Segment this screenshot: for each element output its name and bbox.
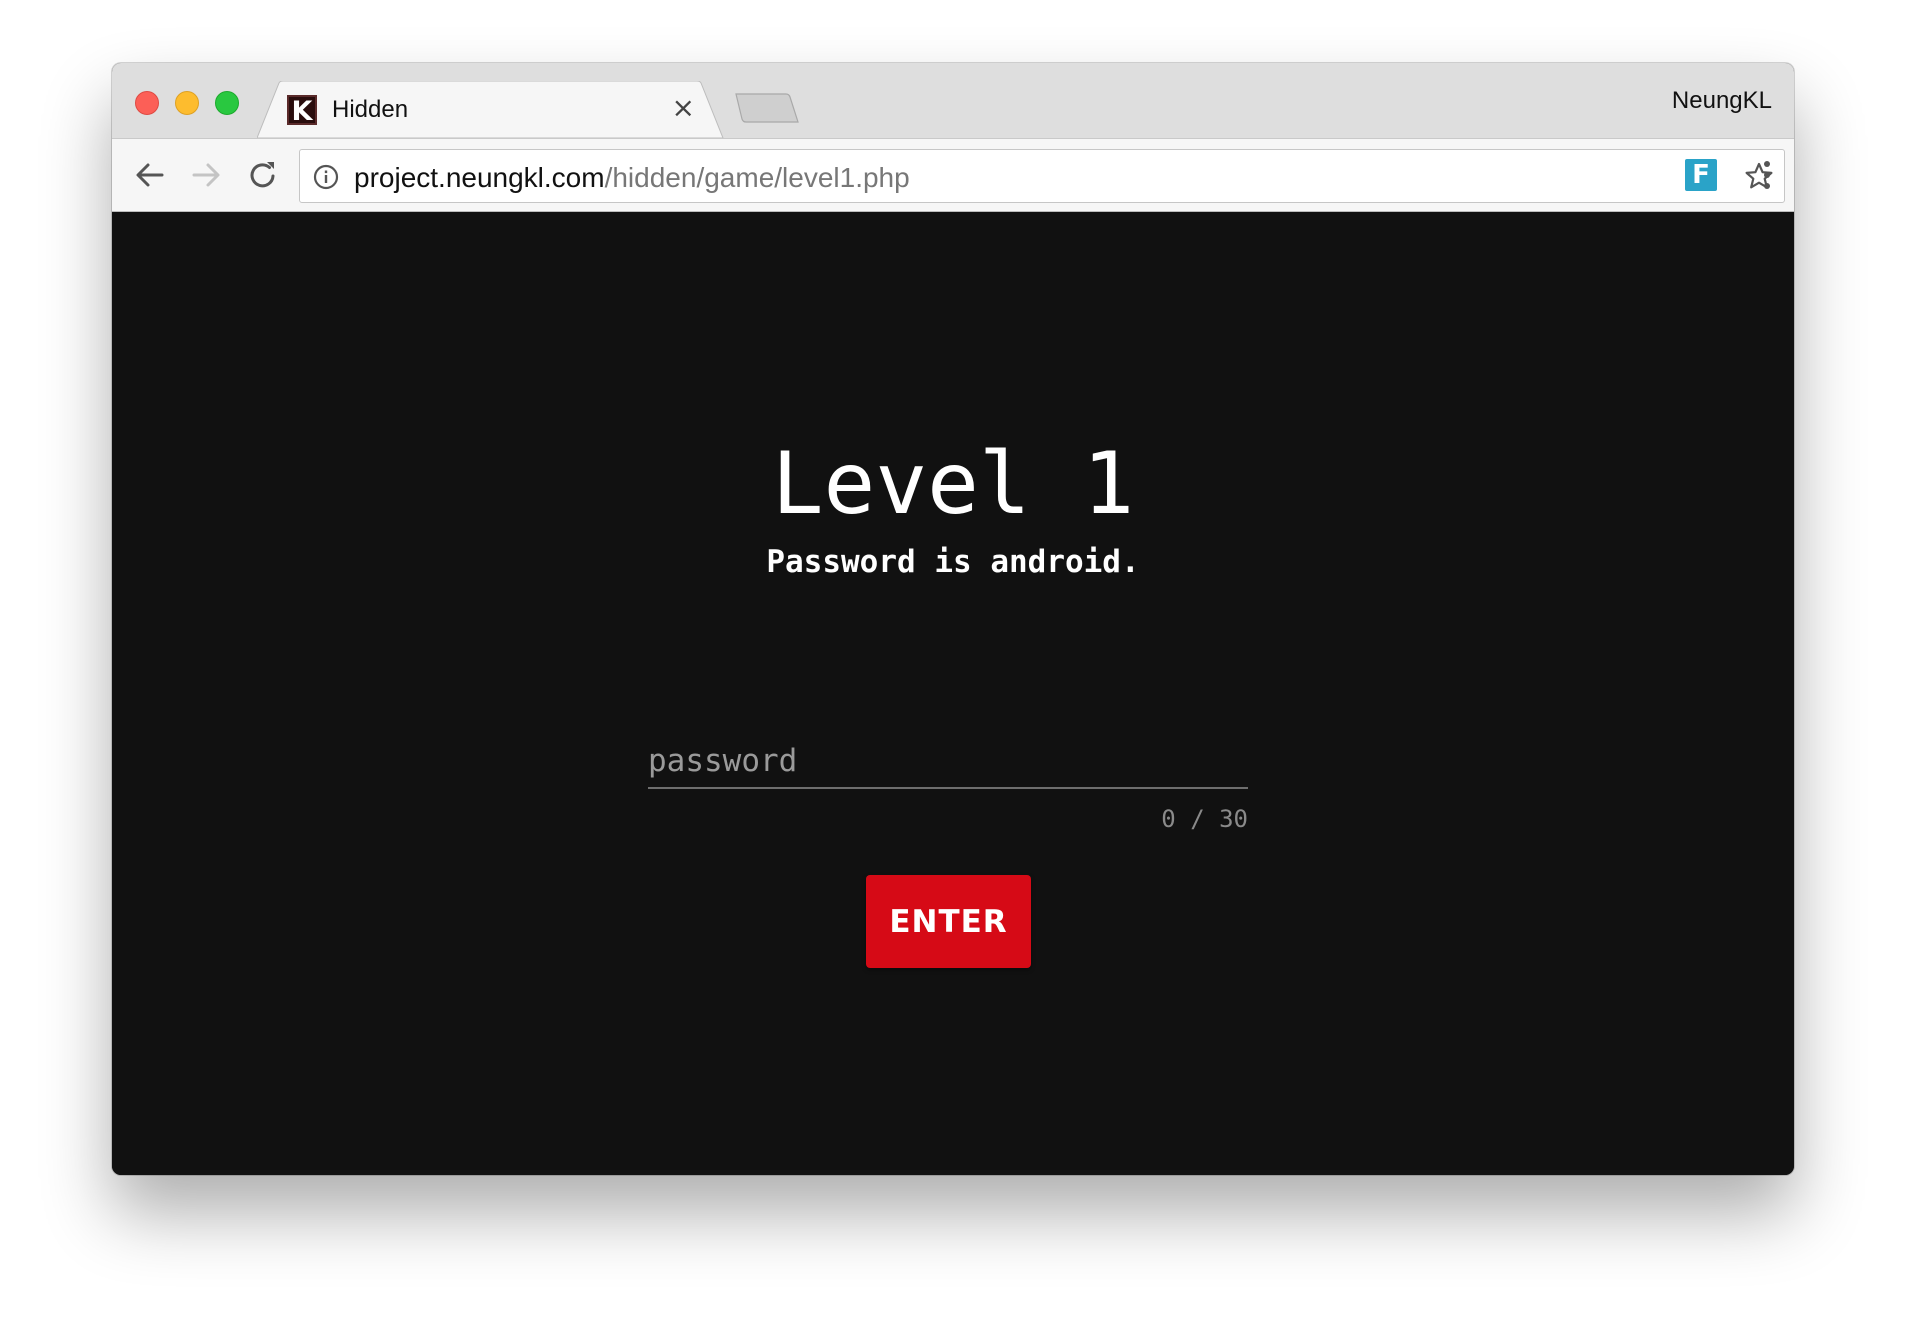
new-tab-button[interactable] [734, 93, 800, 123]
back-arrow-icon[interactable] [132, 157, 168, 193]
tab-favicon-icon: K [287, 95, 317, 127]
extension-letter: F [1692, 160, 1710, 190]
browser-toolbar: project.neungkl.com/hidden/game/level1.p… [112, 138, 1794, 212]
extension-icon[interactable]: F [1685, 159, 1717, 191]
window-minimize-button[interactable] [175, 91, 199, 115]
profile-name[interactable]: NeungKL [1672, 87, 1772, 115]
reload-icon[interactable] [245, 157, 281, 193]
window-close-button[interactable] [135, 91, 159, 115]
browser-window: K Hidden × NeungKL project.neungkl.com/h… [112, 63, 1794, 1175]
character-counter: 0 / 30 [1161, 805, 1248, 833]
tab-title: Hidden [332, 96, 409, 123]
password-input[interactable] [648, 735, 1248, 789]
address-bar[interactable]: project.neungkl.com/hidden/game/level1.p… [299, 149, 1785, 203]
tab-hidden[interactable]: K Hidden × [257, 81, 725, 138]
password-hint: Password is android. [766, 544, 1140, 580]
info-icon[interactable] [312, 163, 340, 191]
window-maximize-button[interactable] [215, 91, 239, 115]
url-text[interactable]: project.neungkl.com/hidden/game/level1.p… [354, 162, 910, 194]
page-title: Level 1 [771, 434, 1135, 534]
page-content: Level 1 Password is android. 0 / 30 ENTE… [112, 212, 1794, 1175]
menu-kebab-icon[interactable] [1762, 159, 1772, 191]
enter-button[interactable]: ENTER [866, 875, 1031, 968]
url-path: /hidden/game/level1.php [604, 162, 910, 193]
tab-close-icon[interactable]: × [672, 93, 695, 123]
forward-arrow-icon[interactable] [188, 157, 224, 193]
url-host: project.neungkl.com [354, 162, 605, 193]
tab-shape [257, 81, 724, 138]
title-bar: K Hidden × NeungKL [112, 63, 1794, 138]
